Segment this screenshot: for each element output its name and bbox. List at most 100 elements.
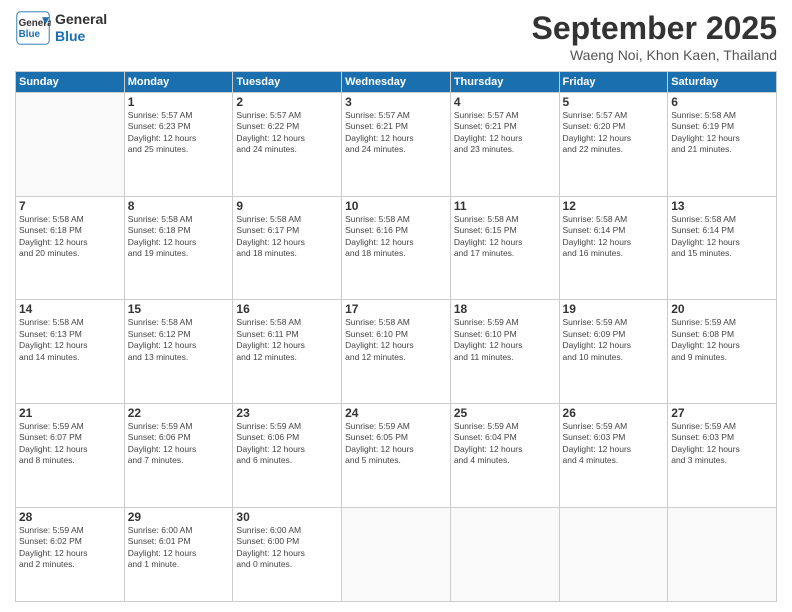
day-number: 6: [671, 95, 773, 109]
logo-icon: General Blue: [15, 10, 51, 46]
day-number: 11: [454, 199, 556, 213]
calendar-cell: 24Sunrise: 5:59 AM Sunset: 6:05 PM Dayli…: [342, 404, 451, 508]
day-number: 16: [236, 302, 338, 316]
calendar-cell: 4Sunrise: 5:57 AM Sunset: 6:21 PM Daylig…: [450, 93, 559, 197]
calendar-cell: 11Sunrise: 5:58 AM Sunset: 6:15 PM Dayli…: [450, 196, 559, 300]
day-number: 24: [345, 406, 447, 420]
day-number: 13: [671, 199, 773, 213]
title-block: September 2025 Waeng Noi, Khon Kaen, Tha…: [532, 10, 777, 63]
calendar-week-row: 28Sunrise: 5:59 AM Sunset: 6:02 PM Dayli…: [16, 507, 777, 601]
day-info: Sunrise: 5:59 AM Sunset: 6:10 PM Dayligh…: [454, 317, 556, 363]
calendar-cell: 10Sunrise: 5:58 AM Sunset: 6:16 PM Dayli…: [342, 196, 451, 300]
day-info: Sunrise: 5:58 AM Sunset: 6:18 PM Dayligh…: [128, 214, 230, 260]
day-number: 4: [454, 95, 556, 109]
calendar-cell: 2Sunrise: 5:57 AM Sunset: 6:22 PM Daylig…: [233, 93, 342, 197]
day-number: 22: [128, 406, 230, 420]
day-info: Sunrise: 5:58 AM Sunset: 6:12 PM Dayligh…: [128, 317, 230, 363]
header: General Blue General Blue September 2025…: [15, 10, 777, 63]
calendar-cell: 26Sunrise: 5:59 AM Sunset: 6:03 PM Dayli…: [559, 404, 668, 508]
calendar-week-row: 21Sunrise: 5:59 AM Sunset: 6:07 PM Dayli…: [16, 404, 777, 508]
calendar-weekday-sunday: Sunday: [16, 72, 125, 93]
day-number: 21: [19, 406, 121, 420]
calendar-cell: 7Sunrise: 5:58 AM Sunset: 6:18 PM Daylig…: [16, 196, 125, 300]
svg-text:Blue: Blue: [19, 29, 41, 40]
day-info: Sunrise: 5:58 AM Sunset: 6:14 PM Dayligh…: [563, 214, 665, 260]
day-info: Sunrise: 6:00 AM Sunset: 6:00 PM Dayligh…: [236, 525, 338, 571]
day-number: 28: [19, 510, 121, 524]
day-number: 20: [671, 302, 773, 316]
calendar-cell: 23Sunrise: 5:59 AM Sunset: 6:06 PM Dayli…: [233, 404, 342, 508]
calendar-cell: [668, 507, 777, 601]
day-number: 10: [345, 199, 447, 213]
calendar-table: SundayMondayTuesdayWednesdayThursdayFrid…: [15, 71, 777, 602]
calendar-week-row: 7Sunrise: 5:58 AM Sunset: 6:18 PM Daylig…: [16, 196, 777, 300]
calendar-week-row: 14Sunrise: 5:58 AM Sunset: 6:13 PM Dayli…: [16, 300, 777, 404]
day-number: 19: [563, 302, 665, 316]
calendar-cell: 8Sunrise: 5:58 AM Sunset: 6:18 PM Daylig…: [124, 196, 233, 300]
calendar-weekday-wednesday: Wednesday: [342, 72, 451, 93]
day-number: 17: [345, 302, 447, 316]
day-number: 27: [671, 406, 773, 420]
calendar-header-row: SundayMondayTuesdayWednesdayThursdayFrid…: [16, 72, 777, 93]
calendar-weekday-tuesday: Tuesday: [233, 72, 342, 93]
day-number: 14: [19, 302, 121, 316]
day-number: 2: [236, 95, 338, 109]
calendar-cell: 17Sunrise: 5:58 AM Sunset: 6:10 PM Dayli…: [342, 300, 451, 404]
calendar-cell: 27Sunrise: 5:59 AM Sunset: 6:03 PM Dayli…: [668, 404, 777, 508]
calendar-cell: 5Sunrise: 5:57 AM Sunset: 6:20 PM Daylig…: [559, 93, 668, 197]
calendar-cell: 29Sunrise: 6:00 AM Sunset: 6:01 PM Dayli…: [124, 507, 233, 601]
day-info: Sunrise: 5:59 AM Sunset: 6:02 PM Dayligh…: [19, 525, 121, 571]
day-info: Sunrise: 5:58 AM Sunset: 6:17 PM Dayligh…: [236, 214, 338, 260]
day-info: Sunrise: 5:59 AM Sunset: 6:03 PM Dayligh…: [563, 421, 665, 467]
calendar-cell: 14Sunrise: 5:58 AM Sunset: 6:13 PM Dayli…: [16, 300, 125, 404]
day-info: Sunrise: 5:58 AM Sunset: 6:15 PM Dayligh…: [454, 214, 556, 260]
calendar-cell: 22Sunrise: 5:59 AM Sunset: 6:06 PM Dayli…: [124, 404, 233, 508]
calendar-cell: 6Sunrise: 5:58 AM Sunset: 6:19 PM Daylig…: [668, 93, 777, 197]
logo: General Blue General Blue: [15, 10, 107, 46]
calendar-cell: [342, 507, 451, 601]
day-info: Sunrise: 5:59 AM Sunset: 6:03 PM Dayligh…: [671, 421, 773, 467]
day-info: Sunrise: 5:59 AM Sunset: 6:07 PM Dayligh…: [19, 421, 121, 467]
day-number: 30: [236, 510, 338, 524]
day-info: Sunrise: 5:59 AM Sunset: 6:05 PM Dayligh…: [345, 421, 447, 467]
logo-text-blue: Blue: [55, 28, 107, 45]
calendar-cell: 19Sunrise: 5:59 AM Sunset: 6:09 PM Dayli…: [559, 300, 668, 404]
day-info: Sunrise: 5:59 AM Sunset: 6:06 PM Dayligh…: [236, 421, 338, 467]
day-number: 12: [563, 199, 665, 213]
day-number: 15: [128, 302, 230, 316]
calendar-cell: 3Sunrise: 5:57 AM Sunset: 6:21 PM Daylig…: [342, 93, 451, 197]
day-info: Sunrise: 5:58 AM Sunset: 6:18 PM Dayligh…: [19, 214, 121, 260]
calendar-week-row: 1Sunrise: 5:57 AM Sunset: 6:23 PM Daylig…: [16, 93, 777, 197]
calendar-weekday-thursday: Thursday: [450, 72, 559, 93]
day-info: Sunrise: 5:58 AM Sunset: 6:16 PM Dayligh…: [345, 214, 447, 260]
day-info: Sunrise: 5:59 AM Sunset: 6:04 PM Dayligh…: [454, 421, 556, 467]
day-info: Sunrise: 5:57 AM Sunset: 6:21 PM Dayligh…: [454, 110, 556, 156]
day-number: 18: [454, 302, 556, 316]
calendar-cell: 28Sunrise: 5:59 AM Sunset: 6:02 PM Dayli…: [16, 507, 125, 601]
day-info: Sunrise: 5:59 AM Sunset: 6:06 PM Dayligh…: [128, 421, 230, 467]
calendar-weekday-monday: Monday: [124, 72, 233, 93]
day-number: 23: [236, 406, 338, 420]
day-info: Sunrise: 5:58 AM Sunset: 6:11 PM Dayligh…: [236, 317, 338, 363]
day-number: 29: [128, 510, 230, 524]
calendar-cell: 16Sunrise: 5:58 AM Sunset: 6:11 PM Dayli…: [233, 300, 342, 404]
day-info: Sunrise: 5:59 AM Sunset: 6:09 PM Dayligh…: [563, 317, 665, 363]
day-number: 5: [563, 95, 665, 109]
day-number: 25: [454, 406, 556, 420]
calendar-cell: 12Sunrise: 5:58 AM Sunset: 6:14 PM Dayli…: [559, 196, 668, 300]
day-info: Sunrise: 5:58 AM Sunset: 6:19 PM Dayligh…: [671, 110, 773, 156]
day-number: 3: [345, 95, 447, 109]
page: General Blue General Blue September 2025…: [0, 0, 792, 612]
calendar-weekday-saturday: Saturday: [668, 72, 777, 93]
calendar-cell: 18Sunrise: 5:59 AM Sunset: 6:10 PM Dayli…: [450, 300, 559, 404]
day-info: Sunrise: 5:57 AM Sunset: 6:23 PM Dayligh…: [128, 110, 230, 156]
day-number: 8: [128, 199, 230, 213]
logo-text-general: General: [55, 11, 107, 28]
day-number: 1: [128, 95, 230, 109]
day-number: 26: [563, 406, 665, 420]
calendar-cell: 13Sunrise: 5:58 AM Sunset: 6:14 PM Dayli…: [668, 196, 777, 300]
calendar-cell: 21Sunrise: 5:59 AM Sunset: 6:07 PM Dayli…: [16, 404, 125, 508]
calendar-cell: [559, 507, 668, 601]
calendar-cell: [450, 507, 559, 601]
calendar-cell: 15Sunrise: 5:58 AM Sunset: 6:12 PM Dayli…: [124, 300, 233, 404]
